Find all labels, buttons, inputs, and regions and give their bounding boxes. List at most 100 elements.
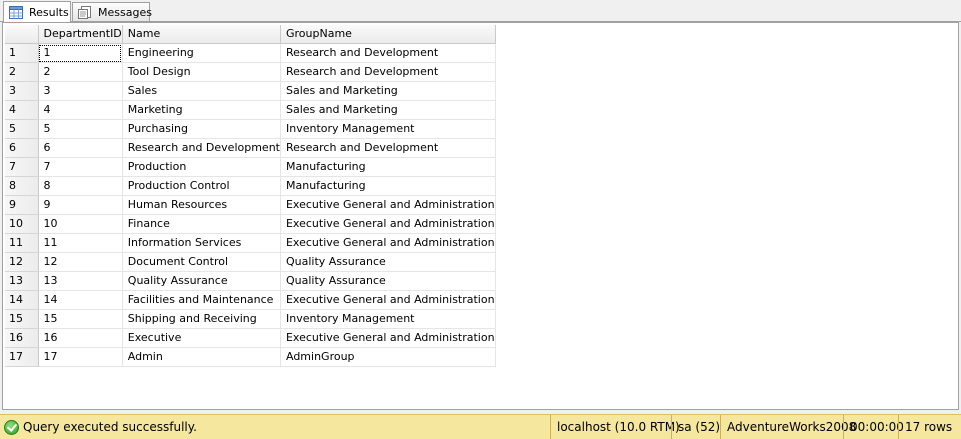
cell-name[interactable]: Production xyxy=(122,157,281,177)
row-number[interactable]: 5 xyxy=(5,119,39,139)
status-user: sa (52) xyxy=(671,415,720,439)
cell-groupname[interactable]: Research and Development xyxy=(280,43,496,63)
results-tabstrip: Results Messages xyxy=(0,0,961,22)
results-grid-pane[interactable]: DepartmentID Name GroupName 1 1 Engineerin… xyxy=(2,22,959,410)
row-number[interactable]: 3 xyxy=(5,81,39,101)
cell-departmentid[interactable]: 2 xyxy=(38,62,123,82)
cell-groupname[interactable]: Manufacturing xyxy=(280,157,496,177)
column-header-name[interactable]: Name xyxy=(122,25,281,44)
cell-name[interactable]: Engineering xyxy=(122,43,281,63)
column-header-groupname[interactable]: GroupName xyxy=(280,25,496,44)
row-number[interactable]: 11 xyxy=(5,233,39,253)
row-number[interactable]: 7 xyxy=(5,157,39,177)
cell-departmentid[interactable]: 14 xyxy=(38,290,123,310)
cell-groupname[interactable]: Inventory Management xyxy=(280,119,496,139)
cell-groupname[interactable]: Executive General and Administration xyxy=(280,195,496,215)
cell-groupname[interactable]: Research and Development xyxy=(280,138,496,158)
row-number[interactable]: 14 xyxy=(5,290,39,310)
cell-groupname[interactable]: Quality Assurance xyxy=(280,252,496,272)
cell-groupname[interactable]: Executive General and Administration xyxy=(280,233,496,253)
cell-departmentid[interactable]: 15 xyxy=(38,309,123,329)
table-row[interactable]: 15 15 Shipping and Receiving Inventory Mana… xyxy=(5,309,496,329)
cell-name[interactable]: Research and Development xyxy=(122,138,281,158)
cell-departmentid[interactable]: 11 xyxy=(38,233,123,253)
cell-groupname[interactable]: Sales and Marketing xyxy=(280,100,496,120)
row-number[interactable]: 6 xyxy=(5,138,39,158)
row-number[interactable]: 15 xyxy=(5,309,39,329)
cell-groupname[interactable]: Executive General and Administration xyxy=(280,290,496,310)
table-row[interactable]: 17 17 Admin AdminGroup xyxy=(5,347,496,367)
row-number[interactable]: 9 xyxy=(5,195,39,215)
cell-name[interactable]: Admin xyxy=(122,347,281,367)
cell-groupname[interactable]: Inventory Management xyxy=(280,309,496,329)
cell-name[interactable]: Purchasing xyxy=(122,119,281,139)
table-row[interactable]: 8 8 Production Control Manufacturing xyxy=(5,176,496,196)
table-row[interactable]: 7 7 Production Manufacturing xyxy=(5,157,496,177)
cell-departmentid[interactable]: 17 xyxy=(38,347,123,367)
grid-corner-cell[interactable] xyxy=(5,25,39,44)
table-row[interactable]: 3 3 Sales Sales and Marketing xyxy=(5,81,496,101)
table-row[interactable]: 11 11 Information Services Executive Genera… xyxy=(5,233,496,253)
table-row[interactable]: 9 9 Human Resources Executive General and A… xyxy=(5,195,496,215)
cell-departmentid[interactable]: 12 xyxy=(38,252,123,272)
cell-groupname[interactable]: Executive General and Administration xyxy=(280,214,496,234)
cell-departmentid[interactable]: 10 xyxy=(38,214,123,234)
table-row[interactable]: 6 6 Research and Development Research and D… xyxy=(5,138,496,158)
cell-name[interactable]: Shipping and Receiving xyxy=(122,309,281,329)
row-number[interactable]: 13 xyxy=(5,271,39,291)
row-number[interactable]: 12 xyxy=(5,252,39,272)
cell-name[interactable]: Sales xyxy=(122,81,281,101)
column-header-departmentid[interactable]: DepartmentID xyxy=(38,25,123,44)
row-number[interactable]: 8 xyxy=(5,176,39,196)
grid-body: 1 1 Engineering Research and Development 2 2 T… xyxy=(5,43,496,367)
cell-name[interactable]: Human Resources xyxy=(122,195,281,215)
table-row[interactable]: 5 5 Purchasing Inventory Management xyxy=(5,119,496,139)
cell-groupname[interactable]: Quality Assurance xyxy=(280,271,496,291)
cell-name[interactable]: Tool Design xyxy=(122,62,281,82)
cell-name[interactable]: Production Control xyxy=(122,176,281,196)
cell-departmentid[interactable]: 16 xyxy=(38,328,123,348)
cell-groupname[interactable]: Executive General and Administration xyxy=(280,328,496,348)
row-number[interactable]: 4 xyxy=(5,100,39,120)
cell-name[interactable]: Document Control xyxy=(122,252,281,272)
row-number[interactable]: 16 xyxy=(5,328,39,348)
cell-departmentid[interactable]: 8 xyxy=(38,176,123,196)
row-number[interactable]: 1 xyxy=(5,43,39,63)
cell-name[interactable]: Quality Assurance xyxy=(122,271,281,291)
status-message: Query executed successfully. xyxy=(23,420,197,434)
table-row[interactable]: 13 13 Quality Assurance Quality Assurance xyxy=(5,271,496,291)
cell-departmentid[interactable]: 4 xyxy=(38,100,123,120)
cell-name[interactable]: Executive xyxy=(122,328,281,348)
cell-departmentid[interactable]: 9 xyxy=(38,195,123,215)
table-row[interactable]: 16 16 Executive Executive General and Admin… xyxy=(5,328,496,348)
cell-name[interactable]: Marketing xyxy=(122,100,281,120)
row-number[interactable]: 17 xyxy=(5,347,39,367)
cell-name[interactable]: Information Services xyxy=(122,233,281,253)
cell-name[interactable]: Finance xyxy=(122,214,281,234)
table-row[interactable]: 12 12 Document Control Quality Assurance xyxy=(5,252,496,272)
cell-departmentid[interactable]: 6 xyxy=(38,138,123,158)
tab-messages[interactable]: Messages xyxy=(72,2,152,21)
cell-groupname[interactable]: Research and Development xyxy=(280,62,496,82)
tab-results[interactable]: Results xyxy=(3,1,71,22)
cell-departmentid[interactable]: 1 xyxy=(38,43,123,63)
table-row[interactable]: 14 14 Facilities and Maintenance Executive … xyxy=(5,290,496,310)
row-number[interactable]: 2 xyxy=(5,62,39,82)
cell-departmentid[interactable]: 7 xyxy=(38,157,123,177)
cell-name[interactable]: Facilities and Maintenance xyxy=(122,290,281,310)
cell-departmentid[interactable]: 3 xyxy=(38,81,123,101)
table-row[interactable]: 4 4 Marketing Sales and Marketing xyxy=(5,100,496,120)
cell-groupname[interactable]: AdminGroup xyxy=(280,347,496,367)
messages-icon xyxy=(78,5,92,19)
success-check-icon xyxy=(4,420,19,435)
cell-groupname[interactable]: Sales and Marketing xyxy=(280,81,496,101)
row-number[interactable]: 10 xyxy=(5,214,39,234)
table-row[interactable]: 1 1 Engineering Research and Development xyxy=(5,43,496,63)
cell-departmentid[interactable]: 5 xyxy=(38,119,123,139)
cell-departmentid[interactable]: 13 xyxy=(38,271,123,291)
table-row[interactable]: 10 10 Finance Executive General and Adminis… xyxy=(5,214,496,234)
cell-groupname[interactable]: Manufacturing xyxy=(280,176,496,196)
table-row[interactable]: 2 2 Tool Design Research and Development xyxy=(5,62,496,82)
tab-results-label: Results xyxy=(29,5,69,19)
results-grid[interactable]: DepartmentID Name GroupName 1 1 Engineerin… xyxy=(5,25,496,367)
